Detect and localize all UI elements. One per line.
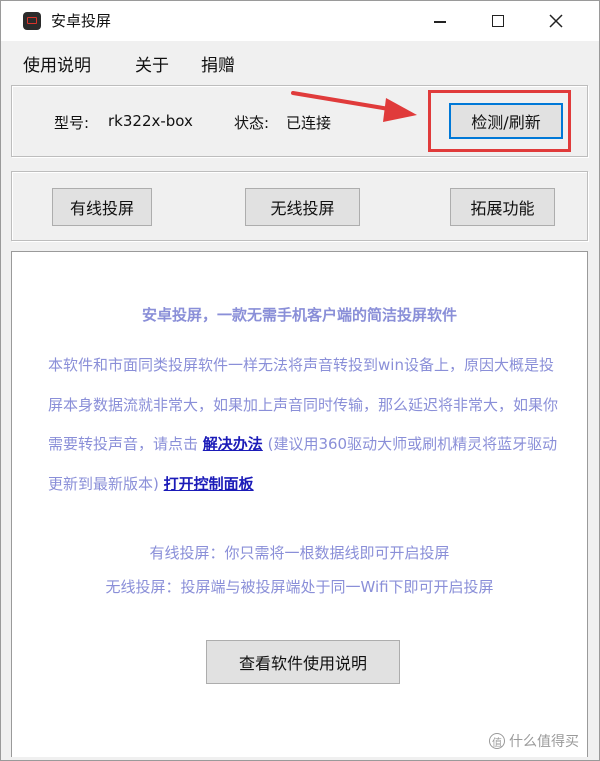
minimize-button[interactable] [417,1,463,41]
control-panel-link[interactable]: 打开控制面板 [164,475,254,493]
wireless-projection-button[interactable]: 无线投屏 [245,188,360,226]
close-icon [549,14,563,28]
solution-link[interactable]: 解决办法 [203,435,263,453]
app-window: 安卓投屏 使用说明 关于 捐赠 型号: rk322x-box 状态: 已连接 检… [0,0,600,761]
wireless-tip: 无线投屏：投屏端与被投屏端处于同一Wifi下即可开启投屏 [105,578,494,596]
title-bar[interactable]: 安卓投屏 [1,1,599,41]
maximize-icon [492,15,504,27]
app-icon [23,12,41,30]
info-paragraph: 本软件和市面同类投屏软件一样无法将声音转投到win设备上，原因大概是投屏本身数据… [48,346,568,504]
annotation-highlight-box [428,90,571,152]
close-button[interactable] [533,1,579,41]
maximize-button[interactable] [475,1,521,41]
menu-bar: 使用说明 关于 捐赠 [1,41,599,83]
wired-tip: 有线投屏：你只需将一根数据线即可开启投屏 [149,544,450,562]
annotation-arrow [291,91,417,122]
model-label: 型号: [54,114,90,132]
status-label: 状态: [234,114,270,132]
watermark-text: 什么值得买 [509,734,579,750]
minimize-icon [434,21,446,23]
menu-donate[interactable]: 捐赠 [201,51,235,76]
view-manual-button[interactable]: 查看软件使用说明 [206,640,400,684]
value-icon: 值 [489,733,505,749]
menu-usage-guide[interactable]: 使用说明 [23,51,91,76]
watermark: 值 什么值得买 [489,731,579,751]
extend-features-button[interactable]: 拓展功能 [450,188,555,226]
model-value: rk322x-box [108,112,193,130]
window-title: 安卓投屏 [51,12,112,30]
action-buttons-group: 有线投屏 无线投屏 拓展功能 [11,171,588,241]
wired-projection-button[interactable]: 有线投屏 [52,188,152,226]
menu-about[interactable]: 关于 [135,51,169,76]
info-panel: 安卓投屏，一款无需手机客户端的简洁投屏软件 本软件和市面同类投屏软件一样无法将声… [11,251,588,757]
info-headline: 安卓投屏，一款无需手机客户端的简洁投屏软件 [141,306,457,324]
